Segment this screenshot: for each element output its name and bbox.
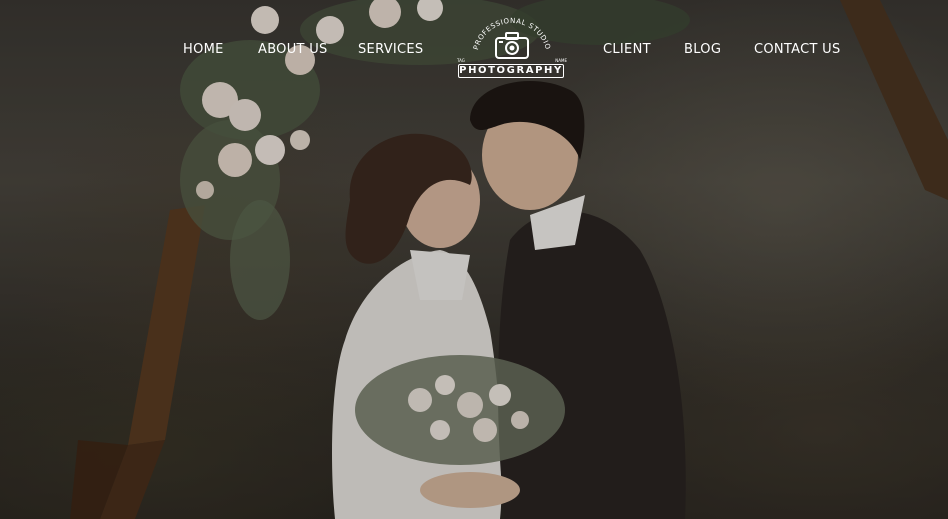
main-nav: HOME ABOUT US SERVICES PROFESSIONAL STUD…: [0, 0, 948, 100]
nav-link-services[interactable]: SERVICES: [358, 42, 423, 57]
logo-small-right: NAME: [555, 58, 567, 63]
nav-link-home[interactable]: HOME: [183, 42, 224, 57]
nav-link-about-us[interactable]: ABOUT US: [258, 42, 328, 57]
nav-link-contact-us[interactable]: CONTACT US: [754, 42, 841, 57]
camera-icon: [495, 32, 529, 59]
logo-small-left: TAG: [457, 58, 465, 63]
nav-link-blog[interactable]: BLOG: [684, 42, 721, 57]
logo-banner: PHOTOGRAPHY: [458, 64, 564, 78]
nav-link-client[interactable]: CLIENT: [603, 42, 651, 57]
studio-logo[interactable]: PROFESSIONAL STUDIO TAG NAME PHOTOGRAPHY: [455, 14, 569, 86]
hero-section: HOME ABOUT US SERVICES PROFESSIONAL STUD…: [0, 0, 948, 519]
